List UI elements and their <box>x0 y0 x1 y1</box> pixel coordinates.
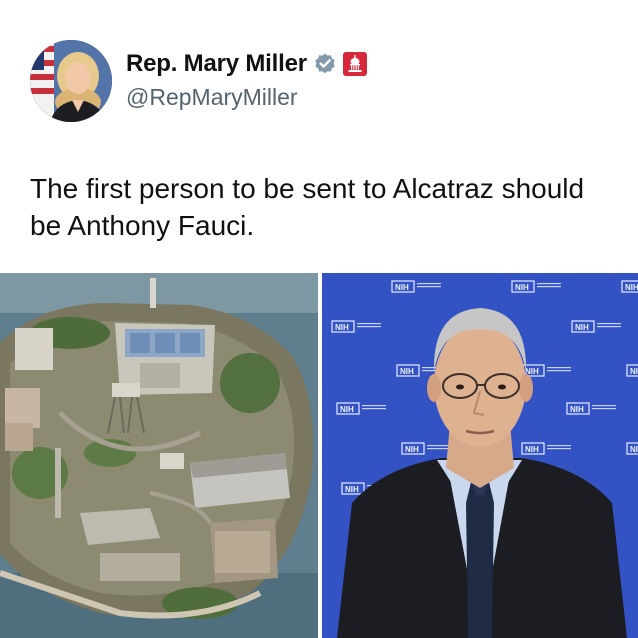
svg-text:NIH: NIH <box>525 445 539 454</box>
verified-check-icon[interactable] <box>313 52 337 76</box>
author-name[interactable]: Rep. Mary Miller <box>126 50 307 78</box>
svg-text:NIH: NIH <box>630 445 638 454</box>
svg-text:NIH: NIH <box>575 323 589 332</box>
svg-text:NIH: NIH <box>630 367 638 376</box>
svg-text:NIH: NIH <box>345 485 359 494</box>
svg-text:NIH: NIH <box>395 283 409 292</box>
svg-text:NIH: NIH <box>405 445 419 454</box>
author-handle[interactable]: @RepMaryMiller <box>126 84 367 111</box>
capitol-building-icon <box>342 52 367 76</box>
svg-text:NIH: NIH <box>400 367 414 376</box>
alcatraz-photo[interactable] <box>0 273 318 638</box>
flag-background <box>30 40 54 122</box>
nih-logo: NIH <box>621 280 638 293</box>
avatar[interactable] <box>30 40 112 122</box>
avatar-photo <box>30 40 112 122</box>
svg-text:NIH: NIH <box>515 283 529 292</box>
svg-text:NIH: NIH <box>625 283 638 292</box>
tweet-text: The first person to be sent to Alcatraz … <box>30 173 585 241</box>
post-card: Rep. Mary Miller @RepMaryMiller The firs… <box>0 0 638 638</box>
svg-text:NIH: NIH <box>340 405 354 414</box>
fauci-photo[interactable]: NIHNIHNIHNIHNIHNIHNIHNIHNIHNIHNIHNIHNIHN… <box>322 273 638 638</box>
svg-text:NIH: NIH <box>570 405 584 414</box>
svg-text:NIH: NIH <box>335 323 349 332</box>
name-row: Rep. Mary Miller <box>126 48 367 80</box>
media-grid: NIHNIHNIHNIHNIHNIHNIHNIHNIHNIHNIHNIHNIHN… <box>0 273 638 638</box>
author-block: Rep. Mary Miller @RepMaryMiller <box>126 48 367 111</box>
